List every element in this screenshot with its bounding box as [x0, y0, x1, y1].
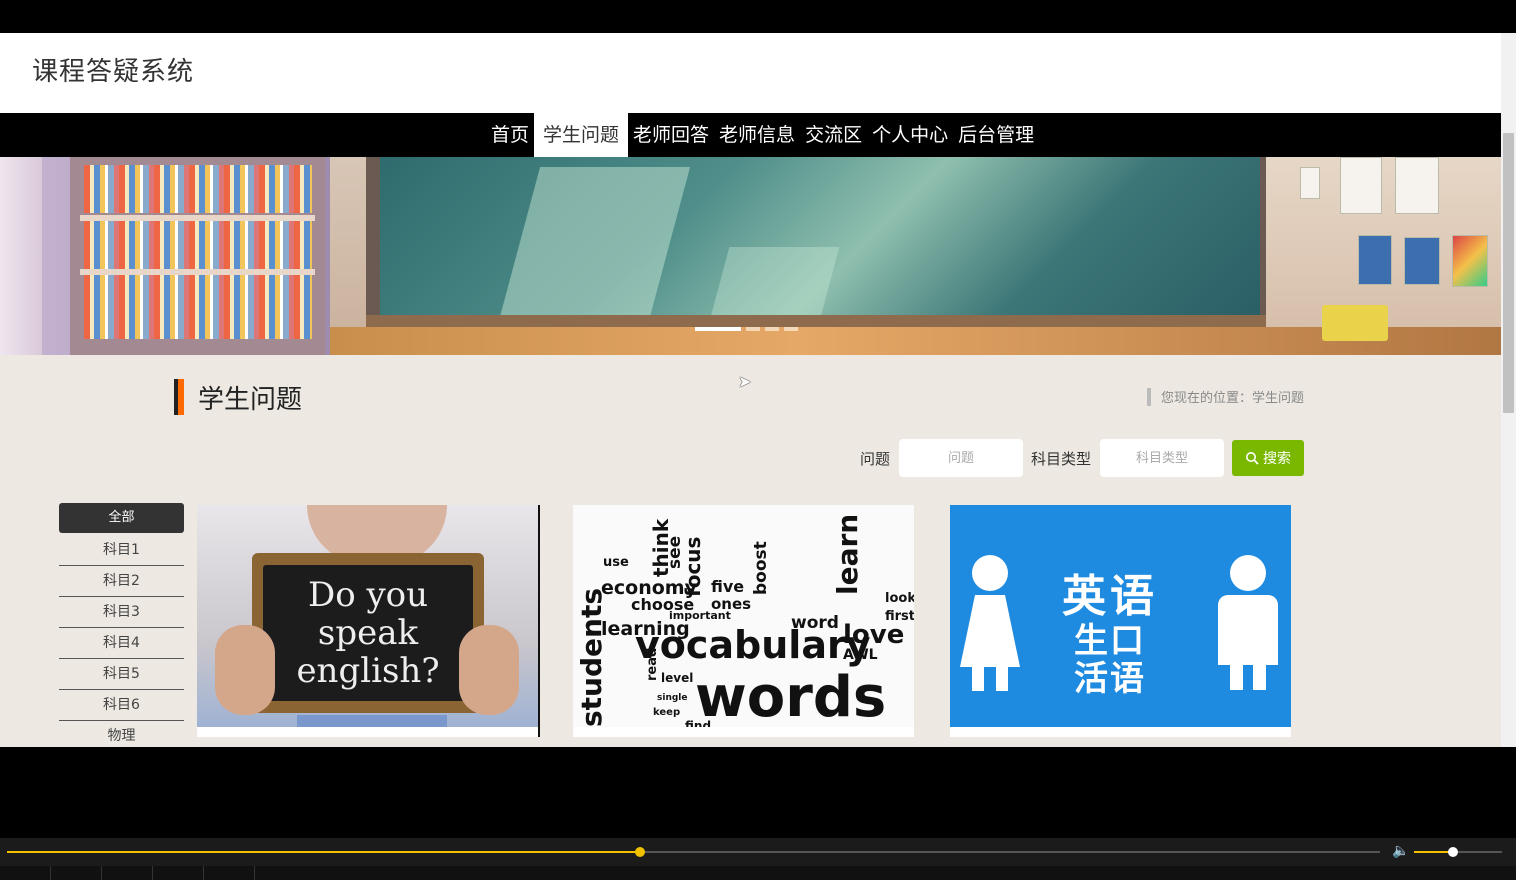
- category-item-1[interactable]: 全部: [59, 503, 184, 533]
- heading-accent-bar: [174, 379, 184, 415]
- word-cloud-word: first: [885, 609, 914, 624]
- nav-item-3[interactable]: 老师回答: [628, 113, 714, 157]
- search-button[interactable]: 搜索: [1232, 440, 1304, 476]
- volume-handle[interactable]: [1447, 847, 1458, 857]
- question-card-3[interactable]: 英语 生口 活语: [950, 505, 1291, 737]
- progress-handle[interactable]: [634, 847, 645, 857]
- category-item-6[interactable]: 科目5: [59, 659, 184, 690]
- word-cloud-word: learn: [831, 513, 864, 595]
- word-cloud-word: AWL: [843, 647, 878, 663]
- category-item-4[interactable]: 科目3: [59, 597, 184, 628]
- volume-slider[interactable]: [1414, 847, 1502, 857]
- word-cloud-word: single: [657, 693, 688, 703]
- scroll-thumb[interactable]: [1503, 133, 1514, 413]
- volume-fill: [1414, 851, 1453, 853]
- category-item-2[interactable]: 科目1: [59, 535, 184, 566]
- subject-label: 科目类型: [1030, 449, 1091, 468]
- breadcrumb-text: 您现在的位置：学生问题: [1160, 391, 1304, 406]
- nav-item-5[interactable]: 交流区: [800, 113, 867, 157]
- word-cloud-word: use: [603, 555, 629, 570]
- site-title: 课程答疑系统: [32, 57, 195, 87]
- page-title: 学生问题: [198, 384, 303, 415]
- category-item-8[interactable]: 物理: [59, 721, 184, 747]
- browser-viewport: 课程答疑系统 首页 学生问题 老师回答 老师信息 交流区 个人中心 后台管理 学生问题: [0, 33, 1516, 747]
- word-cloud-word: students: [575, 587, 608, 727]
- nav-item-1[interactable]: 首页: [486, 113, 534, 157]
- word-cloud-word: word: [791, 613, 839, 633]
- carousel-dot-1[interactable]: [695, 327, 741, 331]
- carousel-dot-3[interactable]: [765, 327, 779, 331]
- progress-fill: [7, 851, 640, 853]
- category-item-3[interactable]: 科目2: [59, 566, 184, 597]
- search-form: 问题 科目类型 搜索: [860, 439, 1304, 477]
- page-scrollbar[interactable]: [1501, 33, 1516, 747]
- speaker-icon[interactable]: 🔈: [1392, 843, 1409, 859]
- nav-item-2[interactable]: 学生问题: [534, 113, 629, 157]
- word-cloud-word: boost: [751, 541, 771, 595]
- question-card-1[interactable]: Do you speak english?: [197, 505, 540, 737]
- carousel-dot-2[interactable]: [746, 327, 760, 331]
- carousel-dot-4[interactable]: [784, 327, 798, 331]
- category-list: 全部 科目1 科目2 科目3 科目4 科目5 科目6 物理: [59, 503, 184, 747]
- subject-input[interactable]: [1100, 439, 1224, 477]
- word-cloud-word: see: [665, 535, 685, 569]
- search-icon: [1246, 452, 1259, 465]
- question-input[interactable]: [898, 439, 1023, 477]
- question-card-2[interactable]: vocabulary words economy learning students ch…: [573, 505, 914, 737]
- breadcrumb: 您现在的位置：学生问题: [1146, 387, 1304, 406]
- word-cloud-word: keep: [653, 707, 681, 718]
- nav-item-6[interactable]: 个人中心: [867, 113, 953, 157]
- word-cloud-word: important: [669, 609, 731, 622]
- word-cloud-word: five: [711, 577, 745, 596]
- search-button-label: 搜索: [1263, 451, 1291, 467]
- word-cloud-word: look: [885, 591, 914, 606]
- carousel-indicators[interactable]: [695, 327, 798, 331]
- card-1-image-text: Do you speak english?: [263, 565, 473, 701]
- main-nav: 首页 学生问题 老师回答 老师信息 交流区 个人中心 后台管理: [0, 113, 1501, 157]
- nav-item-7[interactable]: 后台管理: [953, 113, 1039, 157]
- category-item-5[interactable]: 科目4: [59, 628, 184, 659]
- word-cloud-word: read: [645, 647, 660, 681]
- word-cloud-word: level: [661, 671, 694, 685]
- site-header: 课程答疑系统: [0, 33, 1501, 113]
- mouse-cursor-icon: ➤: [738, 372, 752, 391]
- page-heading: 学生问题: [174, 378, 302, 416]
- nav-item-4[interactable]: 老师信息: [714, 113, 800, 157]
- card-3-image-text-3: 活语: [1074, 659, 1146, 699]
- word-cloud-word: words: [695, 665, 887, 730]
- progress-bar[interactable]: [7, 847, 1380, 857]
- question-label: 问题: [859, 449, 890, 468]
- word-cloud-word: love: [843, 620, 905, 650]
- breadcrumb-bar: [1146, 387, 1151, 406]
- category-item-7[interactable]: 科目6: [59, 690, 184, 721]
- top-letterbox: [0, 0, 1516, 33]
- taskbar-strip: [0, 866, 1516, 880]
- hero-banner: [0, 157, 1501, 355]
